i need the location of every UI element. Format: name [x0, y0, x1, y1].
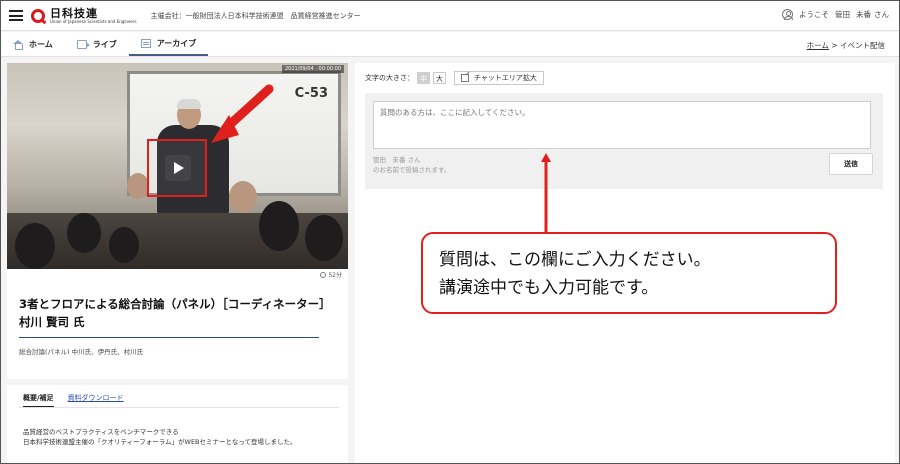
audience-face [229, 181, 257, 213]
audience-head [259, 201, 299, 251]
detail-tabs: 概要/補足 資料ダウンロード [23, 393, 138, 407]
play-icon[interactable] [165, 155, 191, 181]
breadcrumb-current: イベント配信 [840, 41, 885, 50]
duration-text: 52分 [328, 272, 342, 279]
tab-overview[interactable]: 概要/補足 [23, 393, 54, 407]
tabs-divider [19, 407, 339, 408]
external-link-icon [461, 74, 469, 82]
question-form: 管田 未番 さん のお名前で投稿されます。 送信 [365, 93, 883, 189]
talk-title: 3者とフロアによる総合討論（パネル）［コーディネーター］村川 賢司 氏 [19, 297, 331, 329]
title-divider [19, 337, 319, 338]
honorific: さん [874, 10, 889, 19]
video-duration: 52分 [7, 269, 348, 283]
user-first-name: 未番 [856, 10, 871, 19]
presenter-hair [177, 99, 201, 109]
font-size-medium-button[interactable]: 中 [417, 72, 430, 84]
clock-icon [320, 272, 327, 278]
whiteboard-label: C-53 [294, 86, 328, 101]
chat-panel: 文字の大きさ： 中 大 チャットエリア拡大 管田 未番 さん のお名前で投稿され… [355, 63, 895, 463]
audience-head [67, 213, 101, 253]
talk-info: 3者とフロアによる総合討論（パネル）［コーディネーター］村川 賢司 氏 総合討論… [19, 295, 339, 356]
video-card: C-53 2021/09/04 · 00:00:00 52分 3者とフロアによる… [7, 63, 348, 379]
callout-line: 講演途中でも入力可能です。 [439, 278, 659, 298]
play-highlight-box [147, 139, 207, 197]
video-timestamp: 2021/09/04 · 00:00:00 [281, 65, 344, 73]
top-header: 日科技連 Union of Japanese Scientists and En… [1, 1, 899, 31]
video-player[interactable]: C-53 2021/09/04 · 00:00:00 [7, 63, 348, 269]
question-input[interactable] [373, 101, 871, 149]
poster-note: のお名前で投稿されます。 [373, 166, 451, 174]
user-greeting: ようこそ 管田 未番 さん [782, 9, 889, 20]
archive-icon [140, 38, 151, 48]
instruction-callout: 質問は、この欄にご入力ください。 講演途中でも入力可能です。 [421, 232, 837, 314]
talk-speakers: 総合討論(パネル) 中川氏、伊丹氏、村川氏 [19, 348, 144, 356]
home-icon [13, 39, 23, 50]
send-button[interactable]: 送信 [829, 153, 873, 175]
audience-face [127, 173, 149, 199]
details-card: 概要/補足 資料ダウンロード 品質経営のベストプラクティスをベンチマークできる … [7, 385, 348, 463]
app-window: 日科技連 Union of Japanese Scientists and En… [0, 0, 900, 464]
logo-q-icon [31, 8, 45, 23]
font-size-label: 文字の大きさ： [365, 74, 414, 82]
tab-live[interactable]: ライブ [65, 32, 129, 56]
font-size-large-button[interactable]: 大 [433, 72, 446, 84]
tab-home[interactable]: ホーム [1, 32, 65, 56]
font-size-control: 文字の大きさ： 中 大 チャットエリア拡大 [365, 71, 544, 85]
tab-live-label: ライブ [92, 39, 117, 49]
main-nav: ホーム ライブ アーカイブ ホーム > イベント配信 [1, 32, 899, 57]
breadcrumb-separator: > [831, 41, 838, 50]
tab-archive-label: アーカイブ [156, 38, 197, 48]
tab-archive[interactable]: アーカイブ [128, 32, 209, 56]
user-icon[interactable] [782, 9, 793, 20]
greeting-text: ようこそ [799, 10, 829, 19]
tab-home-label: ホーム [29, 39, 53, 49]
hamburger-menu-icon[interactable] [9, 10, 23, 21]
live-icon [76, 39, 90, 49]
description-line: 日本科学技術連盟主催の「クオリティーフォーラム」がWEBセミナーとなって登場しま… [23, 438, 297, 446]
tab-download[interactable]: 資料ダウンロード [68, 393, 124, 407]
logo-subtext: Union of Japanese Scientists and Enginee… [50, 18, 137, 24]
breadcrumb: ホーム > イベント配信 [807, 40, 885, 51]
organizer-text: 主催会社：一般財団法人日本科学技術連盟 品質経営推進センター [150, 11, 361, 20]
callout-arrow-icon [541, 153, 551, 233]
audience-head [15, 223, 55, 269]
poster-info: 管田 未番 さん のお名前で投稿されます。 [373, 155, 450, 175]
logo[interactable]: 日科技連 Union of Japanese Scientists and En… [31, 8, 137, 24]
description-line: 品質経営のベストプラクティスをベンチマークできる [23, 428, 179, 436]
breadcrumb-home-link[interactable]: ホーム [807, 41, 829, 50]
poster-name: 管田 未番 さん [373, 156, 421, 164]
audience-head [305, 215, 343, 261]
expand-chat-label: チャットエリア拡大 [474, 74, 537, 82]
audience-head [109, 227, 139, 263]
user-last-name: 管田 [835, 10, 850, 19]
callout-line: 質問は、この欄にご入力ください。 [439, 250, 711, 270]
logo-text: 日科技連 [50, 6, 98, 20]
expand-chat-button[interactable]: チャットエリア拡大 [454, 71, 544, 85]
description: 品質経営のベストプラクティスをベンチマークできる 日本科学技術連盟主催の「クオリ… [23, 427, 297, 447]
